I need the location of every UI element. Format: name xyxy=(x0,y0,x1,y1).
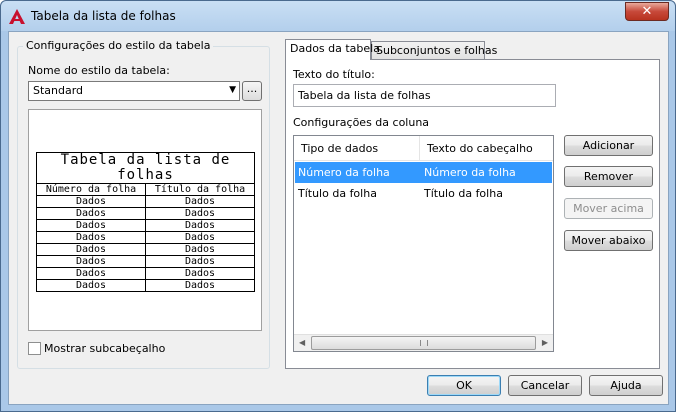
table-style-settings-title: Configurações do estilo da tabela xyxy=(23,39,214,52)
preview-data-cell: Dados xyxy=(145,255,255,268)
preview-data-cell: Dados xyxy=(36,231,146,244)
horizontal-scrollbar[interactable]: ◀ ▶ xyxy=(294,334,553,351)
list-item[interactable]: Título da folha Título da folha xyxy=(295,183,552,204)
row-header-text: Número da folha xyxy=(424,166,516,179)
preview-data-cell: Dados xyxy=(145,267,255,280)
list-header: Tipo de dados Texto do cabeçalho xyxy=(294,136,553,161)
preview-data-cell: Dados xyxy=(36,243,146,256)
autocad-logo-icon xyxy=(9,9,25,24)
show-subheader-label[interactable]: Mostrar subcabeçalho xyxy=(44,342,165,355)
preview-header-sheet-title: Título da folha xyxy=(145,183,255,196)
help-button[interactable]: Ajuda xyxy=(589,375,663,396)
show-subheader-checkbox[interactable] xyxy=(28,342,41,355)
preview-data-cell: Dados xyxy=(36,195,146,208)
column-settings-label: Configurações da coluna xyxy=(293,116,430,129)
preview-data-cell: Dados xyxy=(145,279,255,292)
row-header-text: Título da folha xyxy=(424,187,503,200)
tab-table-data[interactable]: Dados da tabela xyxy=(285,39,380,60)
column-header-header-text[interactable]: Texto do cabeçalho xyxy=(420,136,553,161)
preview-data-cell: Dados xyxy=(145,243,255,256)
move-up-button[interactable]: Mover acima xyxy=(564,198,653,219)
table-style-value: Standard xyxy=(33,84,84,97)
title-text-input[interactable]: Tabela da lista de folhas xyxy=(293,84,556,107)
preview-data-cell: Dados xyxy=(145,231,255,244)
preview-data-cell: Dados xyxy=(145,195,255,208)
scrollbar-thumb[interactable] xyxy=(311,336,536,350)
browse-style-button[interactable]: ... xyxy=(242,81,262,101)
preview-data-cell: Dados xyxy=(36,279,146,292)
column-settings-list[interactable]: Tipo de dados Texto do cabeçalho Número … xyxy=(293,135,554,352)
row-data-type: Título da folha xyxy=(298,187,377,200)
row-data-type: Número da folha xyxy=(298,166,390,179)
table-data-panel: Texto do título: Tabela da lista de folh… xyxy=(285,59,660,369)
preview-data-cell: Dados xyxy=(145,207,255,220)
preview-title: Tabela da lista de folhas xyxy=(36,152,255,184)
preview-data-cell: Dados xyxy=(145,219,255,232)
remove-button[interactable]: Remover xyxy=(564,166,653,187)
close-button[interactable]: ✕ xyxy=(625,2,669,21)
grip-icon xyxy=(420,340,428,346)
chevron-down-icon: ▼ xyxy=(229,85,236,95)
title-text-label: Texto do título: xyxy=(293,68,375,81)
preview-data-cell: Dados xyxy=(36,267,146,280)
dialog-body: Configurações do estilo da tabela Nome d… xyxy=(8,31,669,405)
scroll-left-icon[interactable]: ◀ xyxy=(299,338,305,347)
move-down-button[interactable]: Mover abaixo xyxy=(564,230,653,251)
title-bar[interactable]: Tabela da lista de folhas ✕ xyxy=(1,1,675,31)
add-button[interactable]: Adicionar xyxy=(564,135,653,156)
cancel-button[interactable]: Cancelar xyxy=(508,375,582,396)
table-style-combobox[interactable]: Standard ▼ xyxy=(28,81,240,101)
dialog-window: Tabela da lista de folhas ✕ Configuraçõe… xyxy=(0,0,676,412)
list-item[interactable]: Número da folha Número da folha xyxy=(295,162,552,183)
preview-header-sheet-number: Número da folha xyxy=(36,183,146,196)
preview-data-cell: Dados xyxy=(36,219,146,232)
ok-button[interactable]: OK xyxy=(427,375,501,396)
column-header-data-type[interactable]: Tipo de dados xyxy=(294,136,420,161)
style-name-label: Nome do estilo da tabela: xyxy=(28,64,170,77)
tab-subsets-and-sheets[interactable]: Subconjuntos e folhas xyxy=(371,41,497,60)
scroll-right-icon[interactable]: ▶ xyxy=(542,338,548,347)
window-title: Tabela da lista de folhas xyxy=(31,9,176,23)
preview-table: Tabela da lista de folhas Número da folh… xyxy=(36,152,255,292)
table-preview: Tabela da lista de folhas Número da folh… xyxy=(28,109,262,331)
preview-data-cell: Dados xyxy=(36,207,146,220)
preview-data-cell: Dados xyxy=(36,255,146,268)
